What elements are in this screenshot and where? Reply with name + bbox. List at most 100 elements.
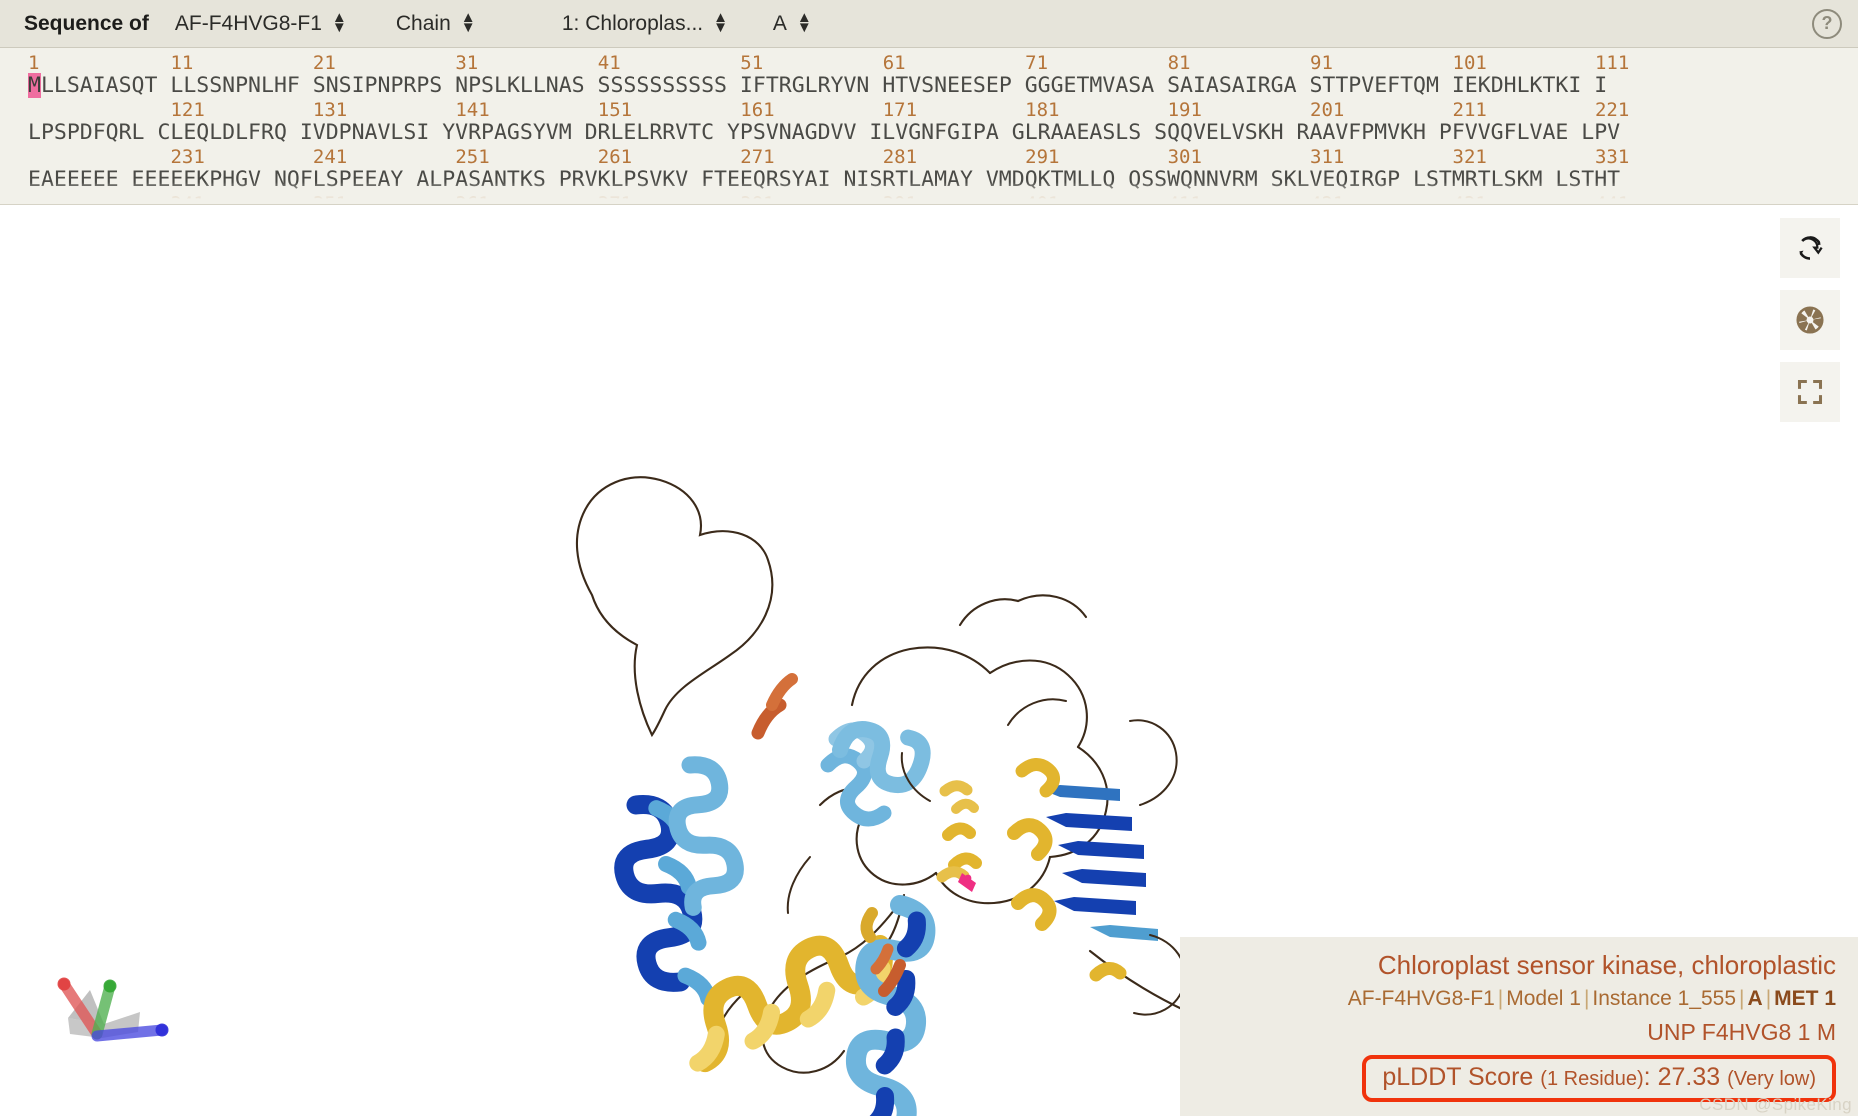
ruler-tick: 151 — [597, 99, 633, 121]
ruler-tick: 111 — [1594, 52, 1630, 74]
structure-identifiers: AF-F4HVG8-F1 | Model 1 | Instance 1_555 | A | ME… — [1202, 984, 1836, 1014]
refresh-icon — [1798, 236, 1823, 260]
plddt-label: pLDDT Score — [1382, 1063, 1534, 1091]
ruler-tick: 201 — [1310, 99, 1345, 121]
ruler-tick: 341 — [170, 193, 205, 205]
ruler-tick: 401 — [1025, 193, 1060, 205]
ruler-tick: 411 — [1167, 193, 1202, 205]
expand-icon — [1797, 379, 1823, 405]
watermark: CSDN @SpikeKing — [1699, 1095, 1852, 1114]
ruler-tick: 11 — [170, 52, 194, 74]
sequence-residues[interactable]: LPSPDFQRL CLEQLDLFRQ IVDPNAVLSI YVRPAGSY… — [28, 120, 1830, 146]
unp-reference: UNP F4HVG8 1 M — [1647, 1018, 1836, 1045]
residue-id: MET 1 — [1774, 987, 1836, 1011]
help-button[interactable]: ? — [1812, 8, 1842, 39]
ruler-tick: 161 — [740, 99, 775, 121]
sequence-ruler: 231 241 251 261 271 281 291 301 311 321 331 — [28, 146, 1830, 168]
model-id: Model 1 — [1506, 987, 1581, 1011]
chevron-updown-icon: ▲ ▼ — [796, 9, 812, 36]
molstar-viewer-app: Sequence of AF-F4HVG8-F1 ▲ ▼ Chain ▲ ▼ 1: … — [0, 0, 1858, 1116]
sequence-row[interactable]: 1 11 21 31 41 51 61 71 81 91 101 111 MLLSAIASQT LLSS… — [28, 52, 1830, 99]
sequence-ruler: 341 351 361 371 381 391 401 411 421 431 441 — [28, 193, 1830, 205]
instance-select[interactable]: 1: Chloroplas... ▲ ▼ — [561, 9, 747, 36]
ruler-tick: 41 — [597, 52, 621, 74]
separator: | — [1497, 987, 1504, 1011]
sequence-row[interactable]: 231 241 251 261 271 281 291 301 311 321 331 EAEEEEE… — [28, 146, 1830, 193]
sequence-panel[interactable]: 1 11 21 31 41 51 61 71 81 91 101 111 MLLSAIASQT LLSS… — [0, 48, 1858, 205]
ruler-tick: 301 — [1167, 146, 1202, 168]
screenshot-button[interactable] — [1780, 290, 1840, 350]
ruler-tick: 61 — [882, 52, 906, 74]
chain-id-select-value: A — [772, 11, 787, 35]
sequence-ruler: 121 131 141 151 161 171 181 191 201 211 221 — [28, 99, 1830, 121]
ruler-tick: 231 — [170, 146, 205, 168]
separator: | — [1739, 987, 1745, 1011]
ruler-tick: 81 — [1167, 52, 1191, 74]
ruler-tick: 271 — [740, 146, 775, 168]
ruler-tick: 91 — [1310, 52, 1333, 74]
viewport-tools — [1780, 218, 1840, 422]
ruler-tick: 311 — [1310, 146, 1345, 168]
sequence-rows: 1 11 21 31 41 51 61 71 81 91 101 111 MLLSAIASQT LLSS… — [0, 48, 1858, 205]
chevron-updown-icon: ▲ ▼ — [460, 9, 476, 36]
chain-id: A — [1747, 987, 1763, 1011]
chevron-updown-icon: ▲ ▼ — [331, 9, 347, 36]
ruler-tick: 291 — [1025, 146, 1060, 168]
instance-select-value: 1: Chloroplas... — [561, 11, 704, 35]
sequence-row[interactable]: 341 351 361 371 381 391 401 411 421 431 441 — [28, 193, 1830, 205]
sequence-toolbar: Sequence of AF-F4HVG8-F1 ▲ ▼ Chain ▲ ▼ 1: … — [0, 0, 1858, 48]
sequence-ruler: 1 11 21 31 41 51 61 71 81 91 101 111 — [28, 52, 1830, 74]
ruler-tick: 421 — [1310, 193, 1345, 205]
sequence-row[interactable]: 121 131 141 151 161 171 181 191 201 211 221 LPSPDFQ… — [28, 99, 1830, 146]
ruler-tick: 131 — [312, 99, 348, 121]
chevron-updown-icon: ▲ ▼ — [713, 9, 728, 36]
fullscreen-button[interactable] — [1780, 362, 1840, 422]
ruler-tick: 241 — [312, 146, 348, 168]
ruler-tick: 121 — [170, 99, 205, 121]
plddt-residue-count: (1 Residue) — [1540, 1068, 1644, 1090]
ruler-tick: 181 — [1025, 99, 1060, 121]
chain-select-value: Chain — [395, 11, 451, 35]
entry-select-value: AF-F4HVG8-F1 — [174, 11, 322, 35]
separator: | — [1583, 987, 1590, 1011]
ruler-tick: 221 — [1594, 99, 1630, 121]
plddt-value: 27.33 — [1657, 1063, 1721, 1091]
sequence-residues[interactable]: EAEEEEE EEEEEKPHGV NQFLSPEEAY ALPASANTKS… — [28, 167, 1830, 193]
plddt-colon: : — [1643, 1063, 1651, 1091]
axes-orientation-widget — [42, 952, 192, 1072]
sequence-of-label: Sequence of — [24, 11, 149, 35]
ruler-tick: 321 — [1452, 146, 1487, 168]
ruler-tick: 391 — [882, 193, 918, 205]
ruler-tick: 281 — [882, 146, 918, 168]
ruler-tick: 251 — [455, 146, 490, 168]
plddt-score: pLDDT Score (1 Residue): 27.33 (Very low… — [1382, 1063, 1816, 1091]
ruler-tick: 211 — [1452, 99, 1487, 121]
ruler-tick: 441 — [1594, 193, 1630, 205]
entry-id: AF-F4HVG8-F1 — [1347, 987, 1495, 1011]
ruler-tick: 1 — [28, 52, 40, 74]
ruler-tick: 21 — [312, 52, 336, 74]
ruler-tick: 361 — [455, 193, 490, 205]
reset-view-button[interactable] — [1780, 218, 1840, 278]
ruler-tick: 261 — [597, 146, 633, 168]
ruler-tick: 431 — [1452, 193, 1487, 205]
ruler-tick: 191 — [1167, 99, 1202, 121]
instance-id: Instance 1_555 — [1592, 987, 1737, 1011]
ruler-tick: 141 — [455, 99, 490, 121]
residue-info-panel: Chloroplast sensor kinase, chloroplastic… — [1180, 936, 1858, 1116]
selected-residue[interactable]: M — [28, 73, 41, 98]
ruler-tick: 171 — [882, 99, 918, 121]
sequence-residues[interactable]: MLLSAIASQT LLSSNPNLHF SNSIPNPRPS NPSLKLL… — [28, 73, 1830, 99]
ruler-tick: 331 — [1594, 146, 1630, 168]
ruler-tick: 351 — [312, 193, 348, 205]
entry-select[interactable]: AF-F4HVG8-F1 ▲ ▼ — [174, 9, 370, 36]
chain-id-select[interactable]: A ▲ ▼ — [772, 9, 812, 36]
ruler-tick: 381 — [740, 193, 775, 205]
ruler-tick: 71 — [1025, 52, 1049, 74]
structure-viewport[interactable]: Chloroplast sensor kinase, chloroplastic… — [0, 205, 1858, 1116]
ruler-tick: 101 — [1452, 52, 1487, 74]
ruler-tick: 51 — [740, 52, 764, 74]
chain-select[interactable]: Chain ▲ ▼ — [395, 9, 536, 36]
beta-sheet-group — [1040, 785, 1158, 941]
ruler-tick: 31 — [455, 52, 479, 74]
